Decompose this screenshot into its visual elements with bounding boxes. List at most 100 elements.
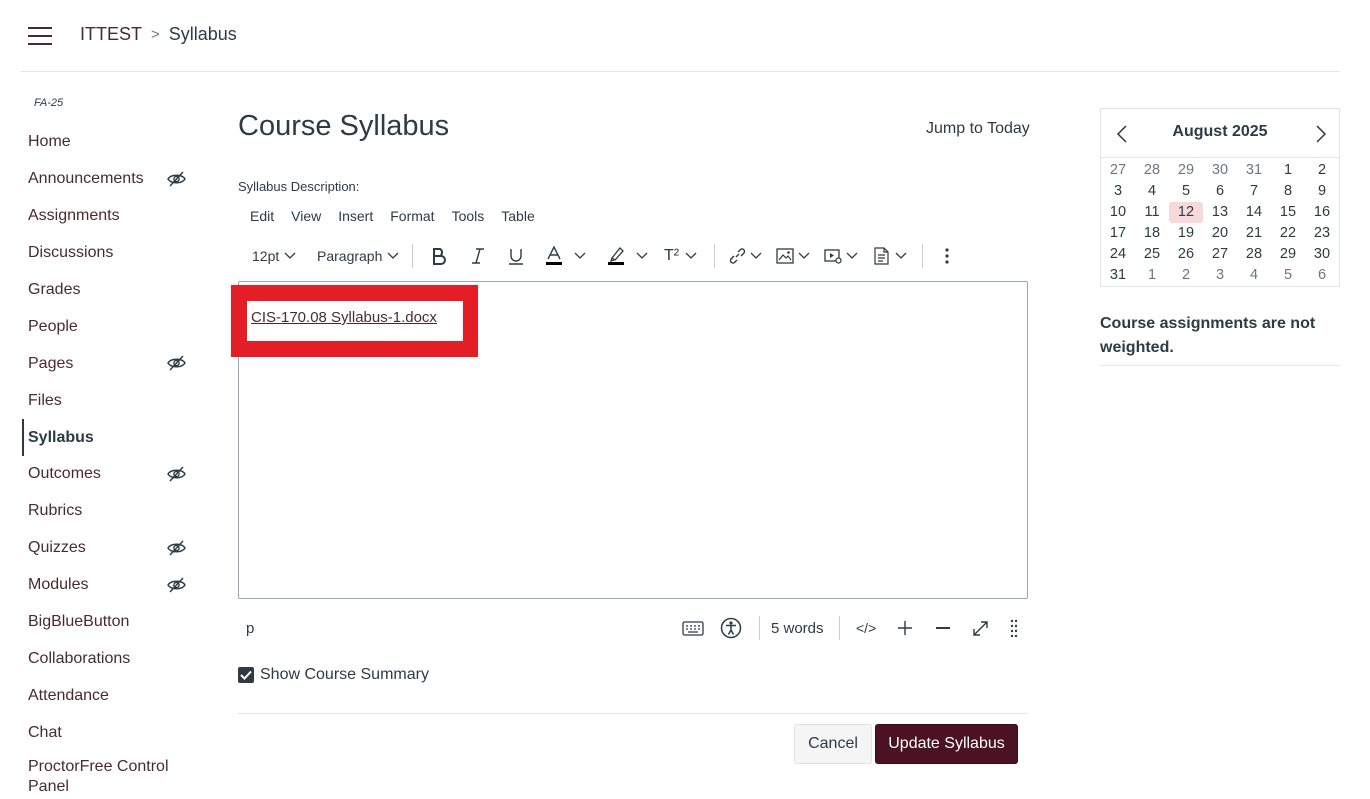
sidebar-item-syllabus[interactable]: Syllabus xyxy=(22,419,202,457)
sidebar-item-announcements[interactable]: Announcements xyxy=(22,161,202,198)
menu-format[interactable]: Format xyxy=(390,208,434,224)
cancel-button[interactable]: Cancel xyxy=(794,724,872,764)
element-path[interactable]: p xyxy=(246,610,254,646)
calendar-day[interactable]: 12 xyxy=(1169,202,1203,223)
resize-handle[interactable] xyxy=(1010,610,1018,646)
increase-size-button[interactable] xyxy=(897,610,913,646)
jump-to-today-link[interactable]: Jump to Today xyxy=(926,120,1030,138)
calendar-day[interactable]: 6 xyxy=(1305,265,1339,286)
sidebar-item-chat[interactable]: Chat xyxy=(22,714,202,751)
sidebar-item-assignments[interactable]: Assignments xyxy=(22,198,202,235)
media-button[interactable] xyxy=(824,236,858,276)
calendar-day[interactable]: 9 xyxy=(1305,181,1339,202)
sidebar-item-people[interactable]: People xyxy=(22,308,202,345)
calendar-day[interactable]: 29 xyxy=(1271,244,1305,265)
breadcrumb-course[interactable]: ITTEST xyxy=(80,24,142,45)
calendar-day[interactable]: 16 xyxy=(1305,202,1339,223)
calendar-day[interactable]: 6 xyxy=(1203,181,1237,202)
bold-button[interactable] xyxy=(431,236,447,276)
calendar-day[interactable]: 28 xyxy=(1237,244,1271,265)
underline-button[interactable] xyxy=(508,236,524,276)
calendar-day[interactable]: 18 xyxy=(1135,223,1169,244)
calendar-day[interactable]: 27 xyxy=(1203,244,1237,265)
italic-button[interactable] xyxy=(471,236,485,276)
menu-insert[interactable]: Insert xyxy=(338,208,373,224)
menu-table[interactable]: Table xyxy=(501,208,534,224)
calendar-day[interactable]: 5 xyxy=(1271,265,1305,286)
decrease-size-button[interactable] xyxy=(935,610,951,646)
font-size-dropdown[interactable]: 12pt xyxy=(252,236,296,276)
calendar-day[interactable]: 30 xyxy=(1203,160,1237,181)
calendar-day[interactable]: 8 xyxy=(1271,181,1305,202)
sidebar-item-attendance[interactable]: Attendance xyxy=(22,677,202,714)
calendar-day[interactable]: 7 xyxy=(1237,181,1271,202)
calendar-day[interactable]: 20 xyxy=(1203,223,1237,244)
calendar-day[interactable]: 24 xyxy=(1101,244,1135,265)
more-options-button[interactable] xyxy=(945,236,949,276)
calendar-day[interactable]: 31 xyxy=(1237,160,1271,181)
calendar-day[interactable]: 5 xyxy=(1169,181,1203,202)
fullscreen-button[interactable] xyxy=(972,610,989,646)
menu-view[interactable]: View xyxy=(291,208,321,224)
document-button[interactable] xyxy=(874,236,907,276)
superscript-button[interactable]: T² xyxy=(664,236,697,276)
sidebar-item-grades[interactable]: Grades xyxy=(22,272,202,309)
calendar-day[interactable]: 26 xyxy=(1169,244,1203,265)
sidebar-item-collaborations[interactable]: Collaborations xyxy=(22,640,202,677)
menu-tools[interactable]: Tools xyxy=(452,208,485,224)
sidebar-item-modules[interactable]: Modules xyxy=(22,567,202,604)
sidebar-item-proctorfree-control-panel[interactable]: ProctorFree Control Panel xyxy=(22,751,202,799)
calendar-day[interactable]: 19 xyxy=(1169,223,1203,244)
menu-icon[interactable] xyxy=(28,27,52,45)
calendar-day[interactable]: 1 xyxy=(1135,265,1169,286)
calendar-day[interactable]: 3 xyxy=(1101,181,1135,202)
highlight-color-button[interactable] xyxy=(608,236,648,276)
calendar-day[interactable]: 2 xyxy=(1169,265,1203,286)
calendar-day[interactable]: 28 xyxy=(1135,160,1169,181)
show-course-summary-checkbox[interactable]: Show Course Summary xyxy=(238,666,429,684)
calendar-day[interactable]: 4 xyxy=(1135,181,1169,202)
calendar-day[interactable]: 27 xyxy=(1101,160,1135,181)
chevron-right-icon[interactable] xyxy=(1314,125,1328,143)
calendar-day[interactable]: 14 xyxy=(1237,202,1271,223)
calendar-day[interactable]: 3 xyxy=(1203,265,1237,286)
sidebar-item-rubrics[interactable]: Rubrics xyxy=(22,493,202,530)
html-editor-toggle[interactable]: </> xyxy=(856,610,876,646)
calendar-day[interactable]: 30 xyxy=(1305,244,1339,265)
calendar-day[interactable]: 10 xyxy=(1101,202,1135,223)
text-color-button[interactable] xyxy=(546,236,586,276)
calendar-day[interactable]: 17 xyxy=(1101,223,1135,244)
block-format-dropdown[interactable]: Paragraph xyxy=(317,236,399,276)
sidebar-item-quizzes[interactable]: Quizzes xyxy=(22,530,202,567)
sidebar-item-label: Pages xyxy=(28,354,74,372)
sidebar-item-label: Discussions xyxy=(28,244,114,262)
sidebar-item-discussions[interactable]: Discussions xyxy=(22,235,202,272)
word-count[interactable]: 5 words xyxy=(771,610,824,646)
sidebar-item-outcomes[interactable]: Outcomes xyxy=(22,456,202,493)
keyboard-shortcuts-button[interactable] xyxy=(682,610,704,646)
calendar-day[interactable]: 22 xyxy=(1271,223,1305,244)
calendar-day[interactable]: 2 xyxy=(1305,160,1339,181)
syllabus-file-link[interactable]: CIS-170.08 Syllabus-1.docx xyxy=(251,309,437,326)
calendar-day[interactable]: 1 xyxy=(1271,160,1305,181)
calendar-day[interactable]: 25 xyxy=(1135,244,1169,265)
calendar-day[interactable]: 15 xyxy=(1271,202,1305,223)
sidebar-item-pages[interactable]: Pages xyxy=(22,345,202,382)
sidebar-item-files[interactable]: Files xyxy=(22,382,202,419)
accessibility-checker-button[interactable] xyxy=(720,610,742,646)
menu-edit[interactable]: Edit xyxy=(250,208,274,224)
calendar-day[interactable]: 29 xyxy=(1169,160,1203,181)
statusbar-divider xyxy=(839,616,840,640)
sidebar-item-bigbluebutton[interactable]: BigBlueButton xyxy=(22,604,202,641)
sidebar-item-label: ProctorFree Control Panel xyxy=(28,758,169,796)
image-button[interactable] xyxy=(776,236,810,276)
calendar-day[interactable]: 21 xyxy=(1237,223,1271,244)
update-syllabus-button[interactable]: Update Syllabus xyxy=(875,724,1018,764)
calendar-day[interactable]: 23 xyxy=(1305,223,1339,244)
calendar-day[interactable]: 31 xyxy=(1101,265,1135,286)
calendar-day[interactable]: 13 xyxy=(1203,202,1237,223)
calendar-day[interactable]: 11 xyxy=(1135,202,1169,223)
sidebar-item-home[interactable]: Home xyxy=(22,124,202,161)
calendar-day[interactable]: 4 xyxy=(1237,265,1271,286)
link-button[interactable] xyxy=(728,236,762,276)
